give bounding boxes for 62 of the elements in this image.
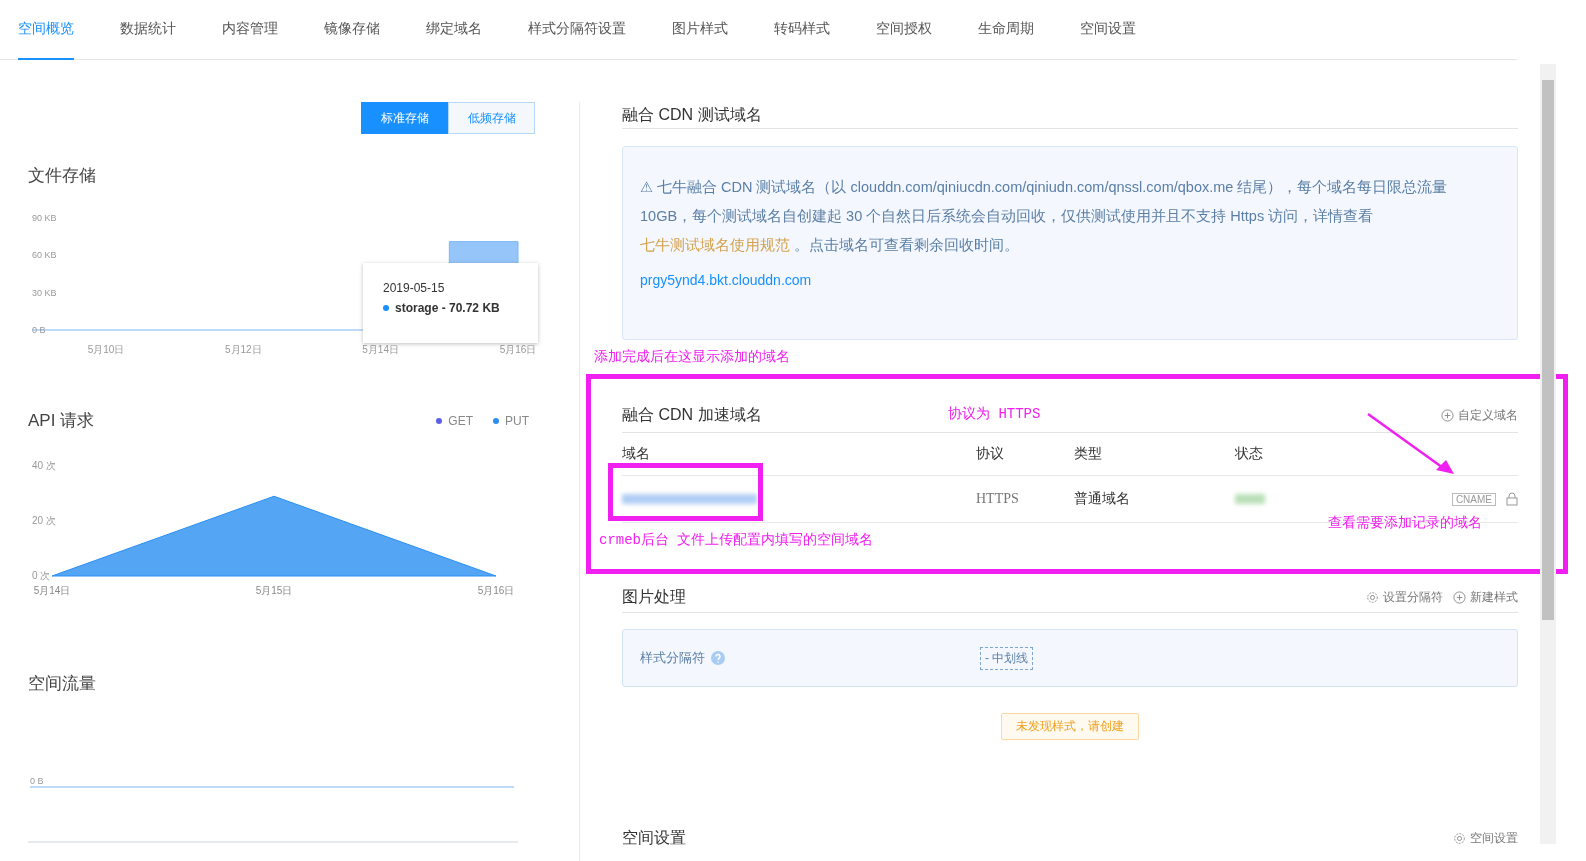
section-title: 空间设置 xyxy=(622,827,686,848)
axis-label: 5月10日 xyxy=(87,344,125,355)
tooltip-date: 2019-05-15 xyxy=(383,281,446,295)
help-icon[interactable] xyxy=(711,651,725,665)
nav-tab[interactable]: 转码样式 xyxy=(774,0,830,60)
column-header: 域名 xyxy=(622,445,651,463)
nav-tab[interactable]: 生命周期 xyxy=(978,0,1034,60)
annotation-text: crmeb后台 文件上传配置内填写的空间域名 xyxy=(599,531,874,549)
annotation-text: 查看需要添加记录的域名 xyxy=(1328,514,1482,532)
annotation-text: 协议为 HTTPS xyxy=(948,405,1041,423)
axis-label: 0 B xyxy=(30,776,44,786)
axis-label: 30 KB xyxy=(32,287,57,298)
separator-settings-button[interactable]: 设置分隔符 xyxy=(1366,588,1443,606)
axis-label: 0 B xyxy=(32,325,46,335)
settings-icon xyxy=(1366,590,1379,604)
section-title: 文件存储 xyxy=(28,165,97,187)
table-cell-text: 普通域名 xyxy=(1074,490,1131,508)
axis-label: 5月14日 xyxy=(362,344,399,355)
axis-label: 5月15日 xyxy=(255,585,293,596)
nav-tab[interactable]: 镜像存储 xyxy=(324,0,380,60)
section-title: 图片处理 xyxy=(622,586,686,607)
axis-label: 40 次 xyxy=(32,460,56,471)
section-title: 融合 CDN 测试域名 xyxy=(622,104,762,125)
tooltip-value: storage - 70.72 KB xyxy=(383,301,538,315)
lock-icon[interactable] xyxy=(1506,492,1518,506)
axis-label: 5月12日 xyxy=(225,344,262,355)
nav-tab[interactable]: 空间设置 xyxy=(1080,0,1136,60)
nav-tab[interactable]: 内容管理 xyxy=(222,0,278,60)
axis-label: 5月14日 xyxy=(33,585,71,596)
section-title: 空间流量 xyxy=(28,673,97,695)
axis-label: 5月16日 xyxy=(499,344,537,355)
axis-label: 20 次 xyxy=(32,515,56,526)
column-header: 类型 xyxy=(1074,445,1103,463)
plus-circle-icon xyxy=(1441,408,1454,422)
empty-notice: 未发现样式，请创建 xyxy=(1001,713,1139,740)
axis-label: 90 KB xyxy=(32,213,57,223)
nav-tab[interactable]: 空间授权 xyxy=(876,0,932,60)
legend-item: GET xyxy=(436,413,473,428)
axis-label: 5月16日 xyxy=(477,585,515,596)
section-title: 融合 CDN 加速域名 xyxy=(622,404,762,425)
section-title: API 请求 xyxy=(28,410,95,432)
scrollbar[interactable] xyxy=(1540,64,1556,844)
space-settings-button[interactable]: 空间设置 xyxy=(1453,829,1518,847)
nav-tab[interactable]: 绑定域名 xyxy=(426,0,482,60)
table-cell-text: HTTPS xyxy=(976,491,1020,507)
annotation-text: 添加完成后在这显示添加的域名 xyxy=(594,348,791,366)
settings-icon xyxy=(1453,831,1466,845)
separator-tag: - 中划线 xyxy=(980,646,1034,670)
axis-label: 0 次 xyxy=(32,570,51,581)
nav-tab[interactable]: 样式分隔符设置 xyxy=(528,0,626,60)
blurred-status xyxy=(1235,494,1265,504)
notice-text: ⚠ 七牛融合 CDN 测试域名（以 clouddn.com/qiniucdn.com/qiniudn.com/qnssl.com/qbox.me 结尾），每个域名每日限总流量 10GB，每个测试域名自创建起 30 个自然日后系统会自动回收，仅供测试使用并且不支持 Https 访问，详情查看 七牛测试域名使用规范 。点击域名可查看剩余回收时间。 xyxy=(640,178,1449,255)
new-style-button[interactable]: 新建样式 xyxy=(1453,588,1518,606)
column-header: 协议 xyxy=(976,445,1005,463)
separator-label: 样式分隔符 xyxy=(640,649,980,667)
custom-domain-button[interactable]: 自定义域名 xyxy=(1441,406,1518,424)
legend-item: PUT xyxy=(493,413,529,428)
nav-tab[interactable]: 图片样式 xyxy=(672,0,728,60)
nav-tab[interactable]: 数据统计 xyxy=(120,0,176,60)
plus-circle-icon xyxy=(1453,590,1466,604)
column-header: 状态 xyxy=(1235,445,1264,463)
axis-label: 60 KB xyxy=(32,250,57,261)
